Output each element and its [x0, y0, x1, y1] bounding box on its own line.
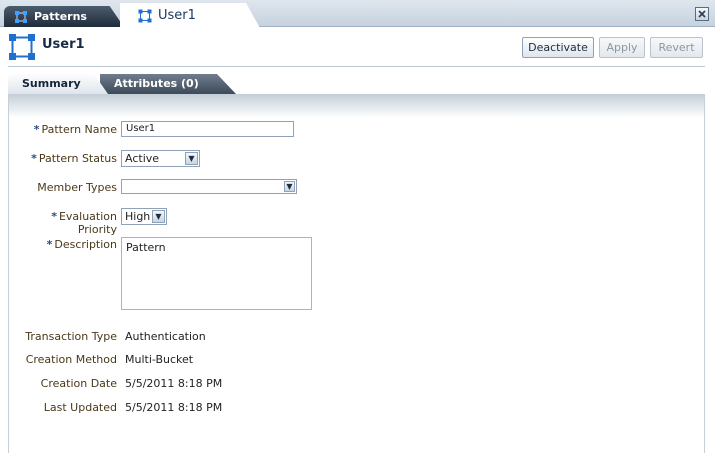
chevron-down-icon[interactable]: ▼: [185, 152, 198, 165]
last-updated-label: Last Updated: [43, 401, 117, 414]
last-updated-value: 5/5/2011 8:18 PM: [125, 401, 223, 414]
creation-date-value: 5/5/2011 8:18 PM: [125, 377, 223, 390]
creation-date-label: Creation Date: [40, 377, 117, 390]
tab-user1-label: User1: [158, 8, 196, 23]
chevron-down-icon[interactable]: ▼: [284, 181, 295, 192]
creation-method-label: Creation Method: [25, 353, 117, 366]
pattern-name-value: User1: [126, 123, 156, 134]
subtab-bar: Attributes (0) Summary: [8, 74, 705, 94]
tab-attributes[interactable]: Attributes (0): [100, 74, 236, 94]
transaction-type-label: Transaction Type: [25, 330, 117, 343]
member-types-label: Member Types: [37, 181, 117, 194]
description-textarea[interactable]: Pattern: [121, 237, 312, 310]
revert-button[interactable]: Revert: [650, 37, 703, 58]
apply-button[interactable]: Apply: [599, 37, 645, 58]
tab-patterns[interactable]: Patterns: [4, 6, 124, 27]
tab-summary[interactable]: Summary: [8, 74, 108, 94]
tab-user1[interactable]: User1: [120, 3, 260, 28]
creation-method-value: Multi-Bucket: [125, 353, 194, 366]
page-header: User1 Deactivate Apply Revert: [0, 27, 715, 67]
member-types-select[interactable]: ▼: [121, 179, 297, 194]
pattern-icon: [14, 10, 28, 24]
required-marker: *: [51, 210, 57, 223]
pattern-status-select[interactable]: Active ▼: [121, 150, 200, 167]
header-divider: [8, 66, 705, 67]
required-marker: *: [31, 152, 37, 165]
description-value: Pattern: [126, 241, 166, 254]
document-tab-strip: Patterns User1: [0, 0, 715, 28]
evaluation-priority-value: High: [125, 210, 151, 223]
panel-header-band: [9, 94, 704, 118]
pattern-name-input[interactable]: User1: [121, 121, 294, 137]
pattern-status-value: Active: [125, 152, 160, 165]
pattern-icon: [8, 33, 36, 61]
evaluation-priority-label: * Evaluation Priority: [51, 210, 117, 236]
pattern-name-label: * Pattern Name: [33, 123, 117, 136]
deactivate-button[interactable]: Deactivate: [522, 37, 594, 58]
pattern-status-label: * Pattern Status: [31, 152, 117, 165]
required-marker: *: [33, 123, 40, 136]
pattern-icon: [138, 9, 152, 23]
chevron-down-icon[interactable]: ▼: [152, 210, 165, 223]
transaction-type-value: Authentication: [125, 330, 206, 343]
required-marker: *: [46, 238, 53, 251]
evaluation-priority-select[interactable]: High ▼: [121, 208, 167, 225]
description-label: * Description: [46, 238, 117, 251]
close-icon[interactable]: [695, 7, 709, 21]
tab-patterns-label: Patterns: [34, 10, 87, 23]
page-title: User1: [42, 37, 85, 52]
summary-panel: * Pattern Name User1 * Pattern Status Acti…: [8, 94, 705, 453]
